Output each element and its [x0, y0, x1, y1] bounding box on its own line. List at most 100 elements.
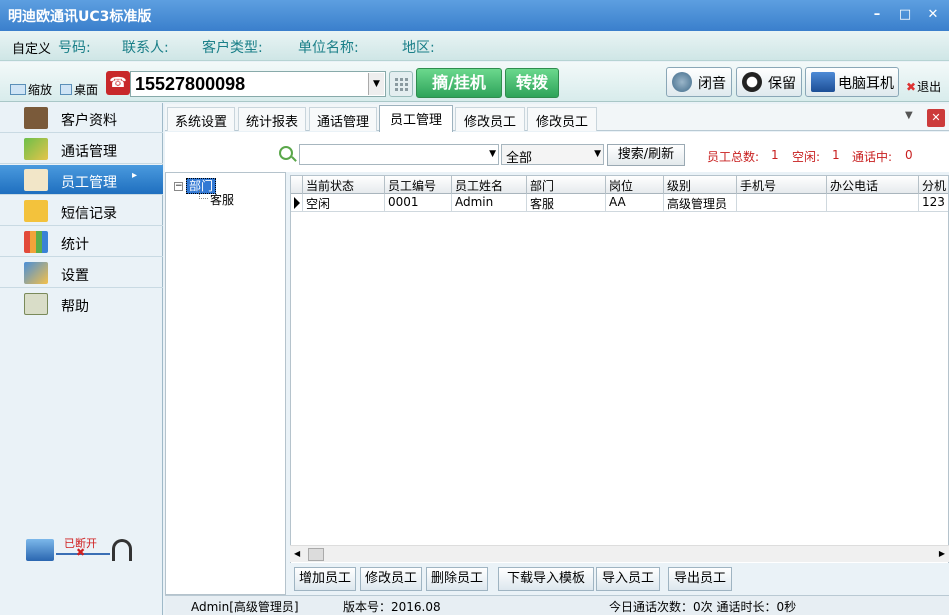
computer-headset-icon [811, 72, 835, 92]
custom-label[interactable]: 自定义 [12, 38, 51, 57]
column-header[interactable]: 手机号 [737, 176, 827, 194]
close-button[interactable]: ✕ [922, 6, 944, 24]
sidebar-item-staff[interactable]: 员工管理 ▸ [0, 165, 163, 195]
table-cell[interactable]: Admin [452, 194, 527, 212]
staff-group-icon [24, 169, 48, 191]
sidebar-item-help[interactable]: 帮助 [0, 289, 163, 319]
shrink-button[interactable]: 缩放 [10, 81, 52, 98]
microphone-icon [672, 72, 692, 92]
total-staff-count: 1 [771, 148, 779, 162]
pickup-hangup-button[interactable]: 摘/挂机 [416, 68, 502, 98]
exit-button[interactable]: ✖退出 [906, 78, 941, 95]
search-refresh-button[interactable]: 搜索/刷新 [607, 144, 685, 166]
chevron-down-icon[interactable]: ▼ [368, 73, 384, 95]
pc-headset-label: 电脑耳机 [838, 76, 894, 92]
chevron-down-icon[interactable]: ▼ [594, 149, 601, 159]
tab-edit-staff-2[interactable]: 修改员工 [527, 107, 597, 131]
column-header[interactable]: 员工姓名 [452, 176, 527, 194]
table-cell[interactable]: AA [606, 194, 664, 212]
scroll-left-icon[interactable]: ◀ [294, 549, 300, 558]
import-staff-button[interactable]: 导入员工 [596, 567, 660, 591]
call-log-icon [24, 138, 48, 160]
scroll-right-icon[interactable]: ▶ [939, 549, 945, 558]
table-cell[interactable]: 0001 [385, 194, 452, 212]
connection-status: 已断开 ✖ [22, 533, 134, 569]
sidebar-item-label: 帮助 [61, 299, 89, 315]
sidebar-item-label: 设置 [61, 268, 89, 284]
maximize-button[interactable]: □ [894, 6, 916, 24]
today-call-stats: 今日通话次数：0次 通话时长：0秒 [609, 600, 797, 614]
column-header[interactable]: 分机 [919, 176, 948, 194]
pc-headset-button[interactable]: 电脑耳机 [805, 67, 899, 97]
table-row[interactable]: 空闲 0001 Admin 客服 AA 高级管理员 123 [291, 194, 948, 212]
desktop-icon [60, 84, 72, 95]
contact-card-icon [24, 107, 48, 129]
collapse-icon[interactable]: − [174, 182, 183, 191]
tab-edit-staff-1[interactable]: 修改员工 [455, 107, 525, 131]
sidebar-item-settings[interactable]: 设置 [0, 258, 163, 288]
chevron-right-icon: ▸ [132, 170, 138, 181]
table-cell[interactable]: 123 [919, 194, 948, 212]
mute-button[interactable]: 闭音 [666, 67, 732, 97]
close-icon: ✖ [906, 80, 917, 94]
phone-number-combo[interactable]: 15527800098 ▼ [130, 71, 386, 97]
tree-line [199, 190, 208, 199]
sidebar-item-label: 统计 [61, 237, 89, 253]
title-bar: 明迪欧通讯UC3标准版 – □ ✕ [0, 0, 949, 31]
table-cell[interactable]: 客服 [527, 194, 606, 212]
row-header-corner [291, 176, 303, 194]
horizontal-scrollbar[interactable]: ◀ ▶ [290, 545, 949, 562]
sidebar-item-label: 通话管理 [61, 144, 117, 160]
column-header[interactable]: 级别 [664, 176, 737, 194]
edit-staff-button[interactable]: 修改员工 [360, 567, 422, 591]
sidebar-item-stats[interactable]: 统计 [0, 227, 163, 257]
sidebar-item-sms[interactable]: 短信记录 [0, 196, 163, 226]
column-header[interactable]: 岗位 [606, 176, 664, 194]
tab-staff-management[interactable]: 员工管理 [379, 105, 453, 132]
department-tree: − 部门 客服 [165, 172, 286, 595]
sidebar-item-label: 客户资料 [61, 113, 117, 129]
sidebar-item-calls[interactable]: 通话管理 [0, 134, 163, 164]
column-header[interactable]: 当前状态 [303, 176, 385, 194]
download-template-button[interactable]: 下载导入模板 [498, 567, 594, 591]
tab-call-management[interactable]: 通话管理 [309, 107, 377, 131]
row-selector[interactable] [291, 194, 303, 212]
close-tab-button[interactable]: ✕ [927, 109, 945, 127]
headset-icon [112, 539, 132, 561]
sidebar-item-customers[interactable]: 客户资料 [0, 103, 163, 133]
headphones-icon [742, 72, 762, 92]
tab-stat-reports[interactable]: 统计报表 [238, 107, 306, 131]
window-title: 明迪欧通讯UC3标准版 [8, 9, 152, 25]
transfer-button[interactable]: 转拨 [505, 68, 559, 98]
keypad-icon[interactable] [389, 71, 413, 97]
tree-node[interactable]: 客服 [210, 191, 234, 208]
current-user: Admin[高级管理员] [191, 600, 299, 614]
column-header[interactable]: 员工编号 [385, 176, 452, 194]
scope-select[interactable]: 全部 ▼ [501, 144, 604, 166]
table-cell[interactable] [827, 194, 919, 212]
action-bar: 增加员工 修改员工 删除员工 下载导入模板 导入员工 导出员工 [290, 563, 949, 595]
column-header[interactable]: 办公电话 [827, 176, 919, 194]
computer-icon [26, 539, 54, 561]
hold-button[interactable]: 保留 [736, 67, 802, 97]
desktop-button[interactable]: 桌面 [60, 81, 98, 98]
total-staff-label: 员工总数: [707, 150, 760, 164]
table-cell[interactable] [737, 194, 827, 212]
phone-number-value[interactable]: 15527800098 [135, 74, 245, 95]
search-input[interactable]: ▼ [299, 144, 499, 165]
minimize-button[interactable]: – [866, 6, 888, 24]
tab-list-dropdown-icon[interactable]: ▼ [905, 110, 913, 121]
export-staff-button[interactable]: 导出员工 [668, 567, 732, 591]
talking-label: 通话中: [852, 150, 893, 164]
table-cell[interactable]: 空闲 [303, 194, 385, 212]
chevron-down-icon[interactable]: ▼ [489, 149, 496, 159]
region-label: 地区: [402, 40, 435, 56]
table-cell[interactable]: 高级管理员 [664, 194, 737, 212]
tab-bar: 系统设置 统计报表 通话管理 员工管理 修改员工 修改员工 ▼ ✕ [165, 104, 949, 132]
contact-label: 联系人: [122, 40, 169, 56]
scrollbar-thumb[interactable] [308, 548, 324, 561]
column-header[interactable]: 部门 [527, 176, 606, 194]
add-staff-button[interactable]: 增加员工 [294, 567, 356, 591]
tab-system-settings[interactable]: 系统设置 [167, 107, 235, 131]
delete-staff-button[interactable]: 删除员工 [426, 567, 488, 591]
